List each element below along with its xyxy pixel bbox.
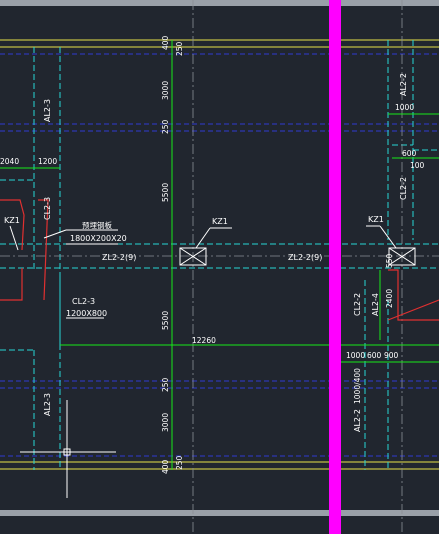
label-kz1-left: KZ1: [4, 216, 20, 225]
label-cl2-2-right: CL2-2: [399, 177, 408, 200]
dim-3000-top: 3000: [161, 81, 170, 100]
dim-600-mid: 600: [367, 351, 382, 360]
dim-1000-mid: 1000: [346, 351, 365, 360]
label-al2-3-top: AL2-3: [43, 99, 52, 122]
label-cl2-3-mid-size: 1200X800: [66, 309, 107, 318]
label-cl2-3-left: CL2-3: [43, 197, 52, 220]
dim-1000-right: 1000: [395, 103, 414, 112]
dim-400-top: 400: [161, 35, 170, 50]
cad-drawing-viewport[interactable]: AL2-3 AL2-2 CL2-2 CL2-3 KZ1 KZ1 KZ1 预埋钢板…: [0, 0, 439, 534]
label-embed: 预埋钢板: [82, 220, 112, 230]
center-axes: [0, 0, 439, 534]
dim-1200: 1200: [38, 157, 57, 166]
dim-250-top: 250: [175, 41, 184, 56]
label-embed-size: 1800X200X20: [70, 234, 127, 243]
cad-canvas[interactable]: AL2-3 AL2-2 CL2-2 CL2-3 KZ1 KZ1 KZ1 预埋钢板…: [0, 0, 439, 534]
label-al2-2-bottom: AL2-2: [353, 409, 362, 432]
dim-2400: 2400: [385, 289, 394, 308]
axis-lines: [0, 39, 439, 470]
dim-900-mid: 900: [384, 351, 399, 360]
dim-250-a: 250: [161, 119, 170, 134]
label-kz1-mid: KZ1: [212, 217, 228, 226]
bottom-band: [0, 510, 439, 516]
dim-3000-bottom: 3000: [161, 413, 170, 432]
beam-outlines: [0, 40, 439, 470]
dim-400-bottom: 400: [161, 459, 170, 474]
label-al2-4: AL2-4: [371, 293, 380, 316]
magenta-line: [329, 0, 341, 534]
label-kz1-right: KZ1: [368, 215, 384, 224]
dim-250-bottom: 250: [175, 455, 184, 470]
kz1-column-boxes: [9, 225, 416, 266]
dimension-lines: [0, 40, 439, 470]
dim-5500-b: 5500: [161, 311, 170, 330]
dim-550: 550: [385, 253, 394, 268]
blue-grid-lines: [0, 53, 439, 457]
dim-2040: 2040: [0, 157, 19, 166]
label-al2-2-top: AL2-2: [399, 73, 408, 96]
dim-1000-400: 1000/400: [353, 368, 362, 404]
dim-250-b: 250: [161, 377, 170, 392]
label-zl2-2-right: ZL2-2(9): [288, 253, 322, 262]
label-cl2-2-lower: CL2-2: [353, 293, 362, 316]
label-cl2-3-mid: CL2-3: [72, 297, 95, 306]
dim-12260: 12260: [192, 336, 216, 345]
label-al2-3-bottom: AL2-3: [43, 393, 52, 416]
dim-100-right: 100: [410, 161, 425, 170]
dim-5500-a: 5500: [161, 183, 170, 202]
top-band: [0, 0, 439, 6]
dim-600-right: 600: [402, 149, 417, 158]
drawing-text: AL2-3 AL2-2 CL2-2 CL2-3 KZ1 KZ1 KZ1 预埋钢板…: [0, 35, 425, 474]
label-zl2-2-left: ZL2-2(9): [102, 253, 136, 262]
